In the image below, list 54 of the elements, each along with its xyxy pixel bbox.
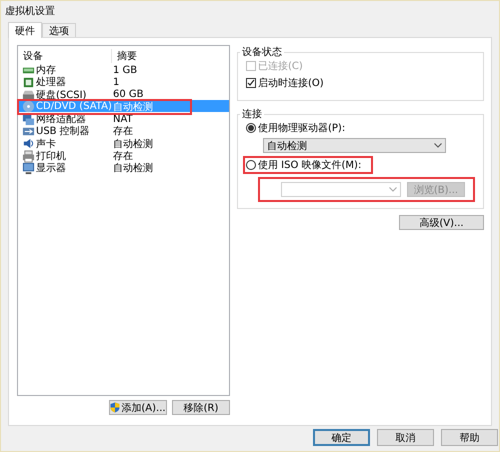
chevron-icon [434, 143, 442, 148]
dialog-button[interactable]: 帮助 [441, 429, 498, 446]
device-summary: 1 [113, 76, 120, 88]
device-name: CD/DVD (SATA) [36, 101, 112, 112]
network-icon [22, 112, 35, 126]
device-name: 打印机 [36, 150, 66, 163]
dialog-button[interactable]: 确定 [313, 429, 370, 446]
checkbox[interactable] [246, 78, 256, 88]
radio-label[interactable]: 使用物理驱动器(P): [246, 121, 346, 135]
radio-button[interactable] [246, 123, 256, 133]
device-row[interactable]: 处理器 1 [19, 75, 229, 88]
device-name: 硬盘(SCSI) [36, 88, 86, 101]
chip-icon [22, 76, 35, 89]
device-row[interactable]: 硬盘(SCSI) 60 GB [19, 88, 229, 100]
dialog-button[interactable]: 取消 [377, 429, 434, 446]
device-name: 显示器 [36, 162, 66, 176]
device-summary: 60 GB [113, 89, 145, 100]
window-title: 虚拟机设置 [5, 4, 56, 19]
hard-disk-icon [22, 88, 35, 102]
add-button[interactable]: 添加(A)... [109, 400, 167, 415]
device-row[interactable]: 打印机 存在 [19, 149, 229, 162]
checkbox-label[interactable]: 启动时连接(O) [246, 76, 324, 90]
disc-icon [22, 100, 35, 114]
device-row[interactable]: USB 控制器 存在 [19, 124, 229, 137]
printer-icon [22, 150, 35, 163]
monitor-icon [22, 162, 35, 175]
shield-icon [110, 402, 120, 413]
speaker-icon [22, 137, 35, 150]
radio-label[interactable]: 使用 ISO 映像文件(M): [246, 158, 362, 172]
chevron-icon [389, 187, 397, 192]
device-row[interactable]: 显示器 自动检测 [19, 161, 229, 174]
advanced-button[interactable]: 高级(V)... [399, 215, 484, 230]
column-header[interactable]: 摘要 [112, 49, 229, 63]
device-summary: 自动检测 [113, 162, 154, 176]
column-header[interactable]: 设备 [18, 49, 112, 63]
tab[interactable]: 硬件 [8, 22, 42, 38]
device-row[interactable]: 内存 1 GB [19, 63, 229, 76]
device-summary: 自动检测 [113, 100, 154, 114]
tab[interactable]: 选项 [42, 23, 76, 37]
device-row[interactable]: 声卡 自动检测 [19, 136, 229, 150]
remove-button[interactable]: 移除(R) [172, 400, 230, 415]
drive-dropdown[interactable]: 自动检测 [263, 138, 446, 153]
device-summary: NAT [113, 114, 134, 125]
device-summary: 1 GB [113, 64, 138, 76]
radio-button[interactable] [246, 160, 256, 170]
device-summary: 存在 [113, 150, 133, 163]
group-title: 连接 [241, 108, 263, 121]
device-name: 处理器 [36, 76, 66, 90]
device-name: 内存 [36, 64, 56, 76]
device-summary: 自动检测 [113, 138, 154, 151]
device-name: USB 控制器 [36, 124, 90, 138]
group-title: 设备状态 [241, 46, 283, 59]
device-name: 声卡 [36, 138, 56, 150]
device-summary: 存在 [113, 125, 133, 138]
